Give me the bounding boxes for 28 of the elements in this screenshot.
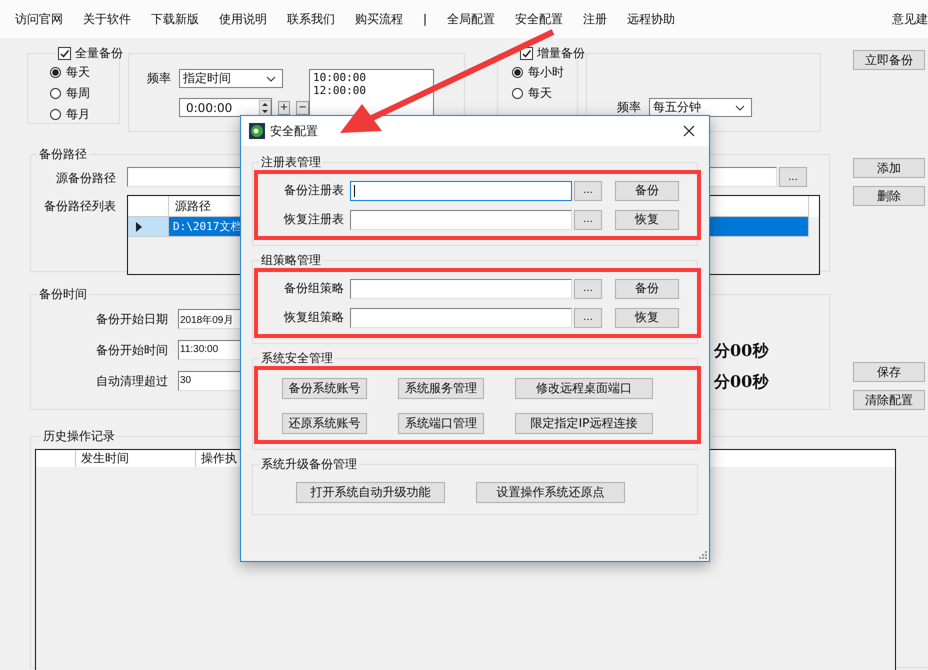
radio-label: 每月 (66, 106, 90, 123)
field-label: 备份组策略 (283, 280, 344, 297)
group-title: 组策略管理 (260, 252, 322, 268)
group-title: 备份路径 (38, 146, 88, 163)
group-title: 系统安全管理 (260, 350, 334, 366)
field-label: 恢复组策略 (282, 309, 344, 326)
radio-label: 每周 (66, 85, 90, 102)
table-header-cell: 发生时间 (76, 450, 196, 467)
group-title: 备份时间 (38, 286, 88, 303)
field-label: 备份路径列表 (43, 198, 116, 215)
checkbox-label: 增量备份 (537, 46, 585, 60)
radio-label: 每天 (528, 85, 552, 102)
field-label: 频率 (617, 99, 641, 116)
field-label: 自动清理超过 (95, 372, 168, 390)
duration-text: 分00秒 (714, 372, 768, 393)
field-label: 备份开始日期 (95, 310, 168, 328)
duration-text: 分00秒 (714, 341, 768, 362)
table-header-cell-text: 操作执 (200, 450, 238, 467)
group-title: 系统升级备份管理 (260, 456, 358, 472)
radio-label: 每小时 (528, 64, 564, 81)
group-title: 历史操作记录 (42, 428, 116, 445)
field-label: 备份开始时间 (95, 342, 168, 358)
group-title: 注册表管理 (260, 154, 322, 170)
field-label: 源备份路径 (55, 170, 116, 187)
radio-label: 每天 (66, 64, 90, 81)
field-label: 频率 (147, 70, 171, 87)
field-label: 备份注册表 (283, 182, 344, 199)
checkbox-label: 全量备份 (75, 46, 123, 60)
